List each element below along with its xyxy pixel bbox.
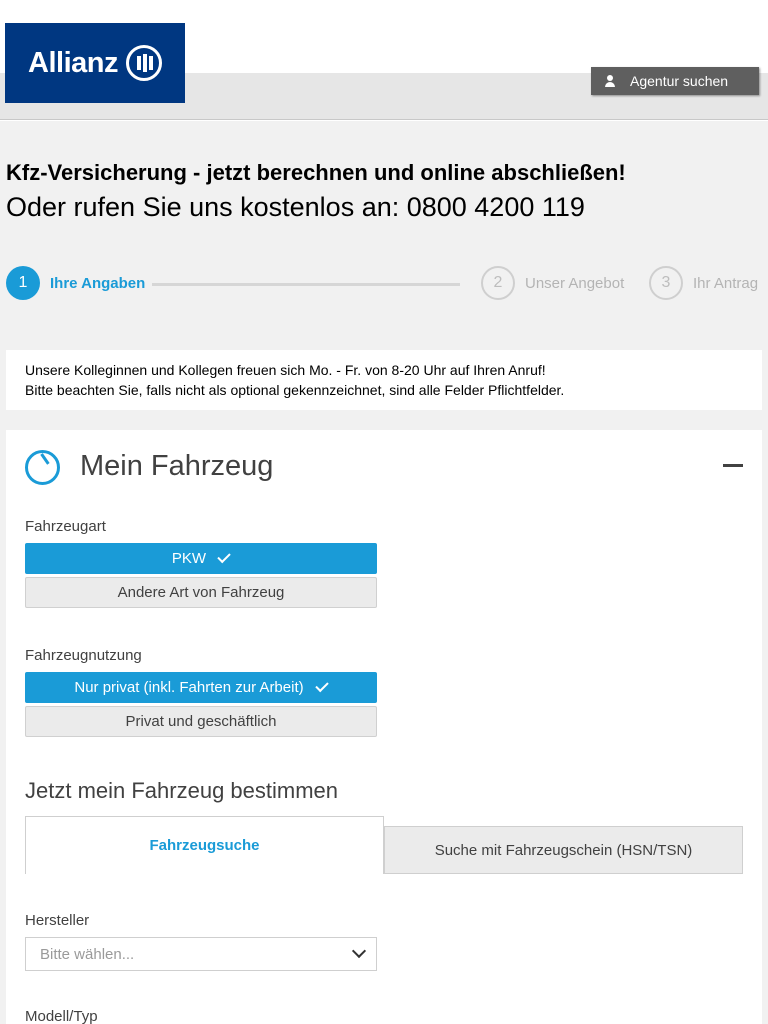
step-3: 3 Ihr Antrag [649, 266, 758, 300]
allianz-logo[interactable]: Allianz [5, 23, 185, 103]
step-label: Ihre Angaben [50, 274, 146, 292]
option-private[interactable]: Nur privat (inkl. Fahrten zur Arbeit) [25, 672, 377, 703]
card-title: Mein Fahrzeug [80, 450, 274, 482]
tab-fahrzeugsuche-label: Fahrzeugsuche [149, 837, 260, 854]
option-private-business-label: Privat und geschäftlich [125, 713, 277, 730]
step-label: Unser Angebot [525, 274, 625, 292]
page-headline: Kfz-Versicherung - jetzt berechnen und o… [6, 160, 626, 185]
tab-hsn-tsn-label: Suche mit Fahrzeugschein (HSN/TSN) [434, 841, 693, 859]
vehicle-card: Mein Fahrzeug Fahrzeugart PKW Andere Art… [6, 430, 762, 1024]
vehicle-search-heading: Jetzt mein Fahrzeug bestimmen [25, 778, 339, 803]
page-header: Allianz Agentur suchen [0, 0, 768, 121]
option-other-vehicle-label: Andere Art von Fahrzeug [117, 584, 285, 601]
info-box: Unsere Kolleginnen und Kollegen freuen s… [6, 350, 762, 410]
collapse-icon[interactable] [723, 464, 743, 467]
fahrzeugart-label: Fahrzeugart [25, 518, 106, 535]
hersteller-label: Hersteller [25, 912, 90, 929]
info-line-2: Bitte beachten Sie, falls nicht als opti… [25, 382, 565, 398]
agent-search-label: Agentur suchen [630, 73, 729, 89]
option-private-label: Nur privat (inkl. Fahrten zur Arbeit) [74, 679, 304, 696]
check-icon [217, 549, 231, 564]
tab-fahrzeugsuche[interactable]: Fahrzeugsuche [25, 816, 384, 874]
option-private-business[interactable]: Privat und geschäftlich [25, 706, 377, 737]
stepper-progress-line [152, 283, 460, 286]
step-number: 1 [6, 266, 40, 300]
info-line-1: Unsere Kolleginnen und Kollegen freuen s… [25, 362, 546, 378]
agent-search-button[interactable]: Agentur suchen [591, 67, 759, 95]
hersteller-placeholder: Bitte wählen... [40, 945, 135, 963]
nutzung-label: Fahrzeugnutzung [25, 647, 142, 664]
progress-circle-icon [25, 450, 60, 485]
step-number: 2 [481, 266, 515, 300]
person-icon [604, 74, 616, 88]
phone-line: Oder rufen Sie uns kostenlos an: 0800 42… [6, 192, 585, 222]
chevron-down-icon [351, 943, 367, 959]
option-pkw[interactable]: PKW [25, 543, 377, 574]
step-number: 3 [649, 266, 683, 300]
modell-label: Modell/Typ [25, 1008, 98, 1024]
option-pkw-label: PKW [171, 550, 207, 567]
step-1: 1 Ihre Angaben [6, 266, 145, 300]
tab-hsn-tsn[interactable]: Suche mit Fahrzeugschein (HSN/TSN) [384, 826, 743, 874]
option-other-vehicle[interactable]: Andere Art von Fahrzeug [25, 577, 377, 608]
step-2: 2 Unser Angebot [481, 266, 624, 300]
logo-text: Allianz [28, 46, 118, 79]
check-icon [314, 678, 329, 693]
step-label: Ihr Antrag [693, 274, 759, 292]
hersteller-select[interactable]: Bitte wählen... [25, 937, 377, 971]
allianz-eagle-icon [125, 45, 162, 81]
